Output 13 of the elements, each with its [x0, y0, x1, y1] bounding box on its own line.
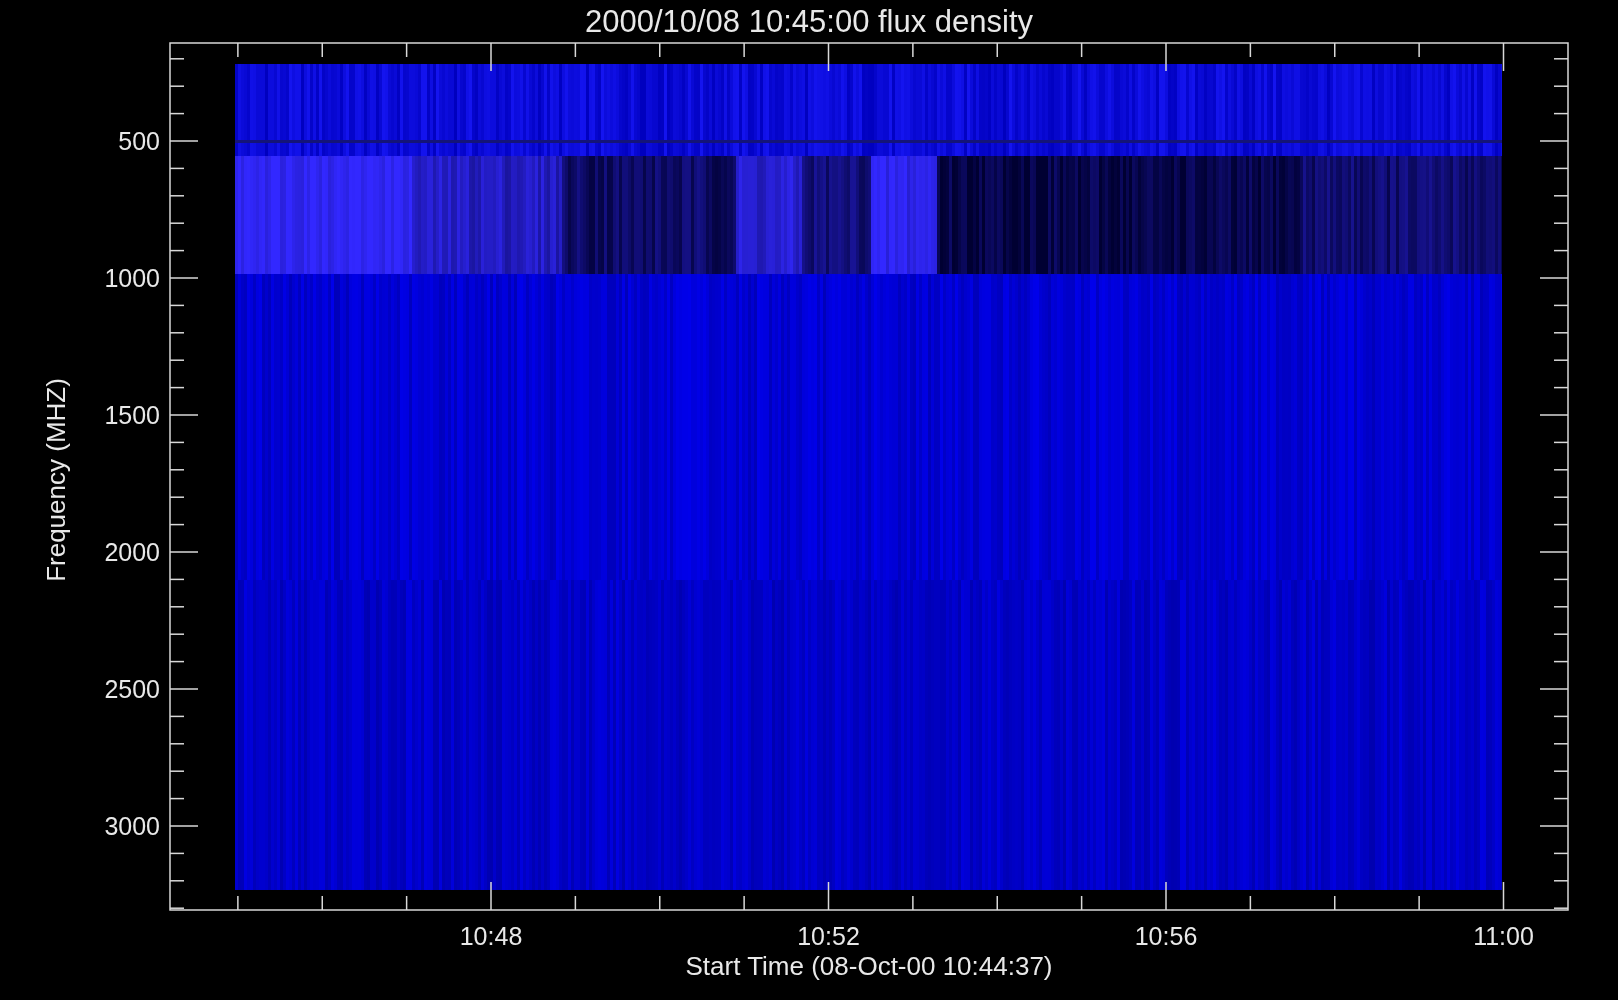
chart-title: 2000/10/08 10:45:00 flux density	[584, 4, 1034, 39]
x-tick-label: 10:56	[1134, 922, 1198, 950]
x-axis-label: Start Time (08-Oct-00 10:44:37)	[685, 951, 1053, 981]
x-tick-label: 10:48	[459, 922, 523, 950]
y-tick-label: 500	[118, 127, 160, 155]
x-tick-label: 11:00	[1473, 922, 1534, 950]
y-tick-label: 2000	[104, 538, 160, 566]
x-tick-label: 10:52	[797, 922, 860, 950]
y-tick-label: 1000	[104, 264, 160, 292]
y-tick-label: 2500	[104, 675, 160, 703]
y-tick-label: 1500	[104, 401, 160, 429]
y-axis-label: Frequency (MHZ)	[41, 378, 71, 582]
y-tick-label: 3000	[104, 812, 160, 840]
